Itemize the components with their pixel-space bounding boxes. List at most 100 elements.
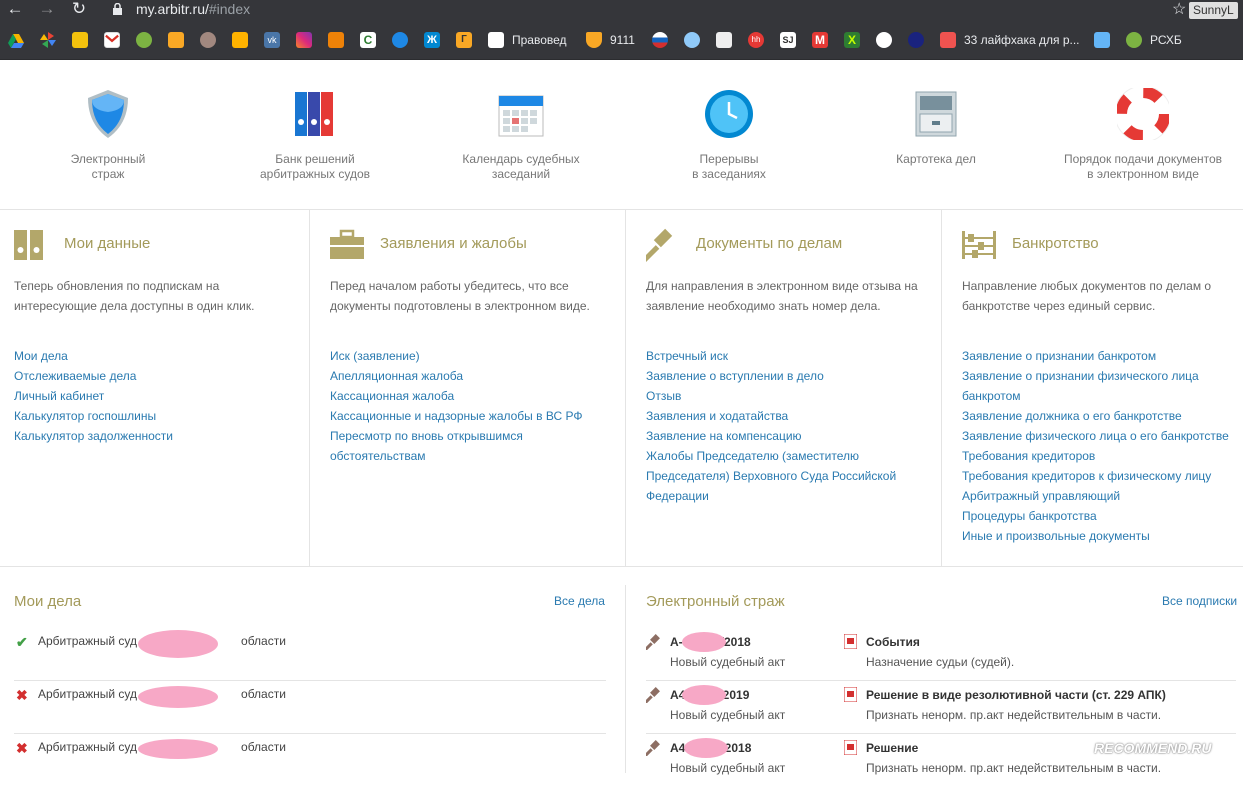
panel-description: Для направления в электронном виде отзыв… xyxy=(646,279,918,313)
link-review-new-circumstances[interactable]: Пересмотр по вновь открывшимся обстоятел… xyxy=(330,426,550,466)
link-bankruptcy-procedures[interactable]: Процедуры банкротства xyxy=(962,506,1237,526)
gmail-icon[interactable] xyxy=(104,32,120,48)
instagram-icon[interactable] xyxy=(296,32,312,48)
check-icon: ✔ xyxy=(16,634,28,650)
m-icon[interactable]: M xyxy=(812,32,828,48)
zh-icon[interactable]: Ж xyxy=(424,32,440,48)
link-motions[interactable]: Заявления и ходатайства xyxy=(646,406,901,426)
leaf-icon[interactable] xyxy=(136,32,152,48)
panel-title: Заявления и жалобы xyxy=(380,235,527,252)
link-compensation[interactable]: Заявление на компенсацию xyxy=(646,426,901,446)
panel-links: Встречный иск Заявление о вступлении в д… xyxy=(646,346,901,506)
globe-icon[interactable] xyxy=(876,32,892,48)
case-note: Новый судебный акт xyxy=(670,655,786,669)
link-debt-calculator[interactable]: Калькулятор задолженности xyxy=(14,426,294,446)
grid-icon[interactable] xyxy=(168,32,184,48)
link-appeal[interactable]: Апелляционная жалоба xyxy=(330,366,610,386)
link-cassation[interactable]: Кассационная жалоба xyxy=(330,386,610,406)
link-my-cases[interactable]: Мои дела xyxy=(14,346,294,366)
link-complaints-chairman[interactable]: Жалобы Председателю (заместителю Председ… xyxy=(646,446,901,506)
link-claim[interactable]: Иск (заявление) xyxy=(330,346,610,366)
tool-hearing-calendar[interactable]: Календарь судебных заседаний xyxy=(451,88,591,182)
tool-electronic-guard[interactable]: Электронный страж xyxy=(38,88,178,182)
my-cases-title: Мои дела xyxy=(14,593,82,610)
panel-title: Банкротство xyxy=(1012,235,1099,252)
panel-title: Документы по делам xyxy=(696,235,843,252)
link-fee-calculator[interactable]: Калькулятор госпошлины xyxy=(14,406,294,426)
link-account[interactable]: Личный кабинет xyxy=(14,386,294,406)
ok-icon[interactable] xyxy=(328,32,344,48)
link-arbitration-manager[interactable]: Арбитражный управляющий xyxy=(962,486,1237,506)
case-row[interactable]: ✔ Арбитражный суд области xyxy=(14,628,606,681)
profile-button[interactable]: SunnyL xyxy=(1189,2,1238,19)
c-logo-icon[interactable]: C xyxy=(360,32,376,48)
abacus-icon xyxy=(962,231,996,259)
sj-icon[interactable]: SJ xyxy=(780,32,796,48)
event-title[interactable]: Решение xyxy=(866,741,918,755)
pdf-icon xyxy=(844,687,857,702)
pinwheel-icon[interactable] xyxy=(40,32,56,48)
garant-icon[interactable]: Г xyxy=(456,32,472,48)
link-creditor-claims-individual[interactable]: Требования кредиторов к физическому лицу xyxy=(962,466,1237,486)
tool-breaks[interactable]: Перерывы в заседаниях xyxy=(659,88,799,182)
link-declare-individual-bankrupt[interactable]: Заявление о признании физического лица б… xyxy=(962,366,1217,406)
link-join-case[interactable]: Заявление о вступлении в дело xyxy=(646,366,901,386)
panel-description: Направление любых документов по делам о … xyxy=(962,279,1212,313)
all-cases-link[interactable]: Все дела xyxy=(554,594,605,608)
briefcase-icon xyxy=(330,229,364,259)
lifehack-icon[interactable] xyxy=(940,32,956,48)
clock-icon xyxy=(705,90,753,138)
redaction-blur xyxy=(684,738,728,758)
rshb-icon[interactable] xyxy=(1126,32,1142,48)
round-seal-icon[interactable] xyxy=(200,32,216,48)
bookmark-pravoved[interactable]: Правовед xyxy=(512,32,567,48)
pattern-icon[interactable] xyxy=(716,32,732,48)
mail-ru-icon[interactable] xyxy=(232,32,248,48)
hh-icon[interactable]: hh xyxy=(748,32,764,48)
divider xyxy=(0,209,1243,210)
pravoved-icon[interactable] xyxy=(488,32,504,48)
bookmarks-bar: vk C Ж Г Правовед 9111 hh SJ M X 33 лайф… xyxy=(0,22,1243,60)
link-creditor-claims[interactable]: Требования кредиторов xyxy=(962,446,1237,466)
tool-case-index[interactable]: Картотека дел xyxy=(866,88,1006,167)
bookmark-star-icon[interactable]: ☆ xyxy=(1172,0,1186,19)
blue-circle-icon[interactable] xyxy=(392,32,408,48)
link-debtor-statement[interactable]: Заявление должника о его банкротстве xyxy=(962,406,1237,426)
tool-decision-bank[interactable]: Банк решений арбитражных судов xyxy=(245,88,385,182)
case-row[interactable]: ✖ Арбитражный суд области xyxy=(14,734,606,787)
divider xyxy=(309,210,310,566)
address-bar[interactable]: my.arbitr.ru/#index xyxy=(136,1,250,17)
shield-9111-icon[interactable] xyxy=(586,32,602,48)
reload-icon[interactable]: ↻ xyxy=(68,0,90,22)
link-other-documents[interactable]: Иные и произвольные документы xyxy=(962,526,1237,546)
event-title[interactable]: События xyxy=(866,635,920,649)
watermark: RECOMMEND.RU xyxy=(1094,740,1212,756)
keep-icon[interactable] xyxy=(72,32,88,48)
bookmark-rshb[interactable]: РСХБ xyxy=(1150,32,1182,48)
link-declare-bankrupt[interactable]: Заявление о признании банкротом xyxy=(962,346,1237,366)
redaction-blur xyxy=(138,739,218,759)
emblem-icon[interactable] xyxy=(684,32,700,48)
link-tracked-cases[interactable]: Отслеживаемые дела xyxy=(14,366,294,386)
vk-icon[interactable]: vk xyxy=(264,32,280,48)
case-row[interactable]: ✖ Арбитражный суд области xyxy=(14,681,606,734)
link-individual-statement[interactable]: Заявление физического лица о его банкрот… xyxy=(962,426,1237,446)
flag-icon[interactable] xyxy=(1094,32,1110,48)
tool-filing-procedure[interactable]: Порядок подачи документов в электронном … xyxy=(1058,85,1228,182)
panel-links: Иск (заявление) Апелляционная жалоба Кас… xyxy=(330,346,610,466)
all-subscriptions-link[interactable]: Все подписки xyxy=(1162,594,1237,608)
bookmark-9111[interactable]: 9111 xyxy=(610,32,635,48)
link-supreme-court-appeals[interactable]: Кассационные и надзорные жалобы в ВС РФ xyxy=(330,406,610,426)
event-title[interactable]: Решение в виде резолютивной части (ст. 2… xyxy=(866,688,1166,702)
link-counterclaim[interactable]: Встречный иск xyxy=(646,346,901,366)
eu-icon[interactable] xyxy=(908,32,924,48)
x-icon[interactable]: X xyxy=(844,32,860,48)
forward-arrow-icon[interactable]: → xyxy=(36,0,58,22)
back-arrow-icon[interactable]: ← xyxy=(4,0,26,22)
link-response[interactable]: Отзыв xyxy=(646,386,901,406)
russia-flag-icon[interactable] xyxy=(652,32,668,48)
bookmark-lifehack[interactable]: 33 лайфхака для р... xyxy=(964,32,1080,48)
panel-title: Мои данные xyxy=(64,235,151,252)
event-description: Назначение судьи (судей). xyxy=(866,655,1015,669)
google-drive-icon[interactable] xyxy=(8,32,24,48)
